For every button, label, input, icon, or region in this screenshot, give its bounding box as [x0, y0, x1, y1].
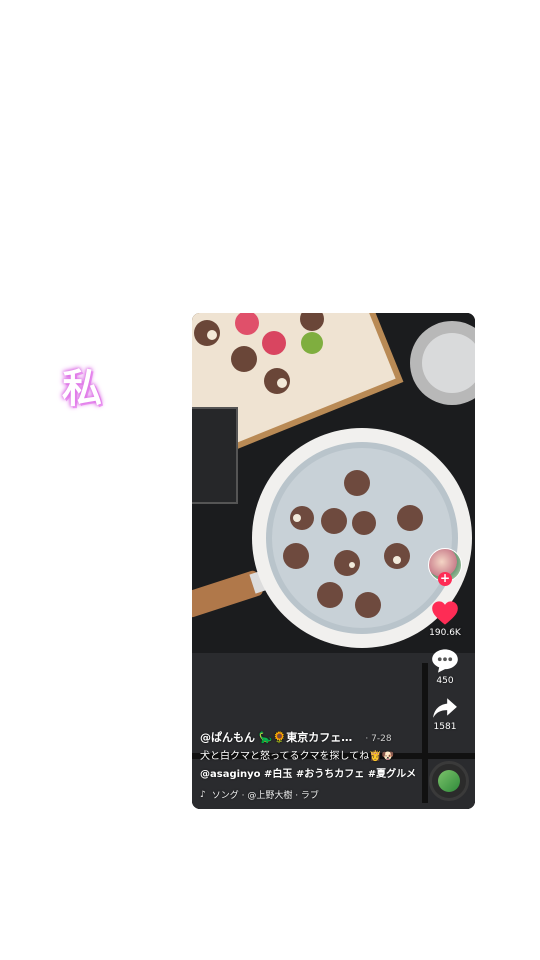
music-info[interactable]: ♪ ソング · @上野大樹 · ラブ: [200, 788, 420, 802]
music-disc-icon[interactable]: [429, 761, 469, 801]
action-rail: + 190.6K 450 1581: [423, 548, 467, 742]
heart-icon[interactable]: [431, 600, 459, 626]
creator-avatar[interactable]: +: [428, 548, 462, 586]
post-caption: @ぱんもん 🦕🌻東京カフェ… · 7-28 犬と白クマと怒ってるクマを探してね👸…: [200, 727, 420, 801]
caption-text: 犬と白クマと怒ってるクマを探してね👸🐶: [200, 751, 395, 762]
comment-button[interactable]: 450: [431, 648, 459, 686]
hashtags[interactable]: @asaginyo #白玉 #おうちカフェ #夏グルメ: [200, 768, 420, 782]
music-note-icon: ♪: [200, 789, 206, 800]
comment-icon[interactable]: [431, 648, 459, 674]
share-icon[interactable]: [432, 696, 458, 720]
sticker-text: 私: [62, 366, 103, 412]
share-button[interactable]: 1581: [432, 696, 458, 732]
like-count: 190.6K: [429, 628, 461, 638]
video-card[interactable]: + 190.6K 450 1581 @ぱんもん 🦕🌻東京カフェ… · 7-28 …: [192, 313, 475, 809]
like-button[interactable]: 190.6K: [429, 600, 461, 638]
comment-count: 450: [436, 676, 454, 686]
plus-icon[interactable]: +: [438, 572, 452, 586]
share-count: 1581: [433, 722, 457, 732]
post-date: · 7-28: [365, 734, 392, 744]
author-name[interactable]: @ぱんもん 🦕🌻東京カフェ…: [200, 731, 352, 744]
disc-cover: [438, 770, 460, 792]
music-title[interactable]: ソング · @上野大樹 · ラブ: [212, 788, 319, 801]
